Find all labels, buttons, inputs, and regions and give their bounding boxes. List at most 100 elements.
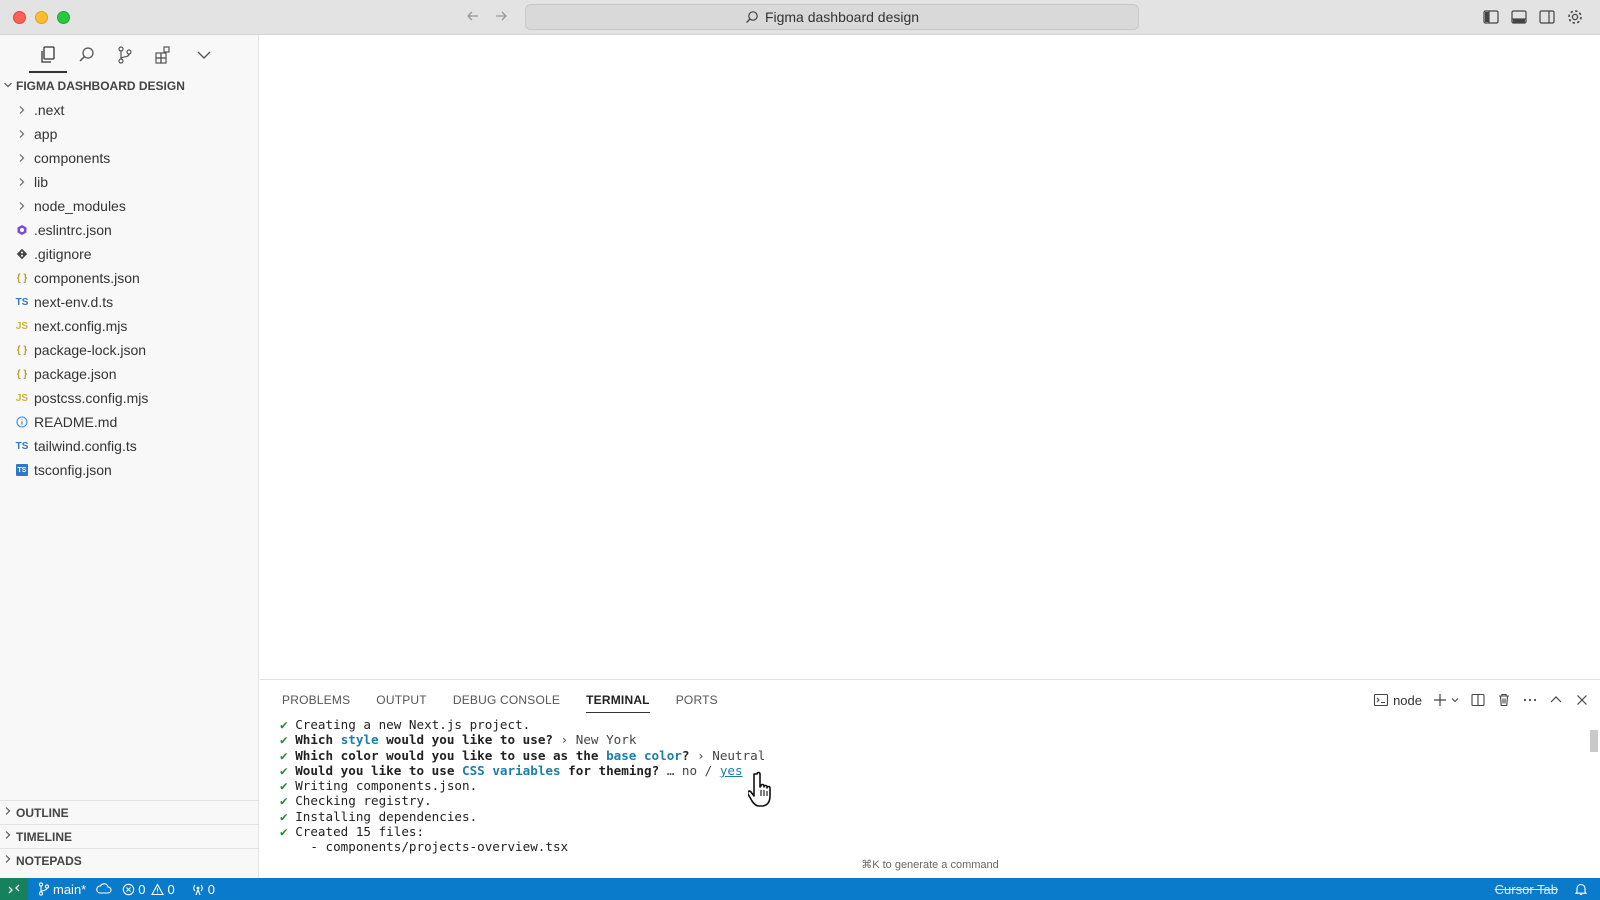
file-tree-item[interactable]: components xyxy=(0,146,259,170)
maximize-window-button[interactable] xyxy=(57,11,70,24)
generate-command-hint: ⌘K to generate a command xyxy=(861,859,999,871)
file-tree-item-label: package-lock.json xyxy=(34,342,147,358)
ports-count: 0 xyxy=(207,881,215,897)
explorer-title: FIGMA DASHBOARD DESIGN xyxy=(16,79,185,93)
file-tree-item[interactable]: TS next-env.d.ts xyxy=(0,290,259,314)
command-center-search[interactable]: Figma dashboard design xyxy=(525,4,1139,30)
git-branch-icon xyxy=(38,882,50,896)
info-icon xyxy=(12,416,32,428)
terminal-scrollbar[interactable] xyxy=(1590,730,1598,752)
status-bar-right: Cursor Tab xyxy=(1495,878,1588,900)
remote-indicator[interactable] xyxy=(0,878,28,900)
terminal-selector[interactable]: node xyxy=(1373,691,1422,709)
toggle-sidebar-icon[interactable] xyxy=(1482,8,1500,26)
bottom-panel: PROBLEMS OUTPUT DEBUG CONSOLE TERMINAL P… xyxy=(260,679,1600,878)
problems-indicator[interactable]: 0 0 xyxy=(122,881,175,897)
tab-debug-console[interactable]: DEBUG CONSOLE xyxy=(453,680,560,720)
explorer-files-icon[interactable] xyxy=(38,45,58,65)
file-tree-item-label: components xyxy=(34,150,111,166)
chevron-down-icon[interactable] xyxy=(194,45,214,65)
tab-problems[interactable]: PROBLEMS xyxy=(282,680,350,720)
forward-arrow-icon[interactable] xyxy=(492,8,510,26)
file-tree-item[interactable]: TS tsconfig.json xyxy=(0,458,259,482)
trash-icon xyxy=(1499,693,1509,707)
file-tree-item[interactable]: TS tailwind.config.ts xyxy=(0,434,259,458)
tab-terminal[interactable]: TERMINAL xyxy=(586,680,650,720)
active-tab-indicator xyxy=(29,71,67,73)
chevron-right-icon xyxy=(12,105,32,115)
file-tree-item-label: .eslintrc.json xyxy=(34,222,112,238)
file-tree-item[interactable]: README.md xyxy=(0,410,259,434)
plus-icon xyxy=(1434,694,1446,706)
toggle-secondary-sidebar-icon[interactable] xyxy=(1538,8,1556,26)
notepads-section[interactable]: NOTEPADS xyxy=(0,848,259,872)
settings-gear-icon[interactable] xyxy=(1566,8,1584,26)
file-tree-item[interactable]: .eslintrc.json xyxy=(0,218,259,242)
error-count: 0 xyxy=(138,881,146,897)
file-tree-item[interactable]: .next xyxy=(0,98,259,122)
chevron-up-icon xyxy=(1550,696,1562,703)
file-tree-item[interactable]: node_modules xyxy=(0,194,259,218)
new-terminal-button[interactable] xyxy=(1432,691,1460,709)
file-tree-item-label: components.json xyxy=(34,270,140,286)
file-tree-item-label: README.md xyxy=(34,414,118,430)
hand-pointer-cursor-icon xyxy=(746,770,782,815)
git-icon xyxy=(12,248,32,260)
editor-area[interactable] xyxy=(260,35,1600,679)
error-icon xyxy=(123,883,135,895)
ports-indicator[interactable]: 0 xyxy=(191,882,215,897)
close-window-button[interactable] xyxy=(13,11,26,24)
tab-output[interactable]: OUTPUT xyxy=(376,680,427,720)
file-tree-item[interactable]: { } package-lock.json xyxy=(0,338,259,362)
timeline-section[interactable]: TIMELINE xyxy=(0,824,259,848)
file-tree-item[interactable]: app xyxy=(0,122,259,146)
activity-bar xyxy=(0,35,258,75)
terminal-line: ✔ Which color would you like to use as t… xyxy=(280,747,766,763)
terminal-line: ✔ Checking registry. xyxy=(280,793,432,809)
terminal-output[interactable]: ✔ Creating a new Next.js project. ✔ Which… xyxy=(280,717,1570,855)
split-terminal-button[interactable] xyxy=(1470,691,1486,709)
extensions-icon[interactable] xyxy=(153,45,173,65)
file-tree-item[interactable]: { } components.json xyxy=(0,266,259,290)
branch-indicator[interactable]: main* xyxy=(38,882,86,897)
sync-button[interactable] xyxy=(96,882,112,896)
file-tree-item-label: node_modules xyxy=(34,198,126,214)
cursor-tab-status[interactable]: Cursor Tab xyxy=(1495,882,1558,897)
search-icon[interactable] xyxy=(77,45,97,65)
javascript-icon: JS xyxy=(15,392,29,404)
terminal-line: ✔ Creating a new Next.js project. xyxy=(280,717,531,732)
chevron-down-icon xyxy=(1451,698,1459,703)
kill-terminal-button[interactable] xyxy=(1496,691,1512,709)
file-tree-item[interactable]: lib xyxy=(0,170,259,194)
title-bar: Figma dashboard design xyxy=(0,0,1600,35)
file-tree-item[interactable]: { } package.json xyxy=(0,362,259,386)
source-control-icon[interactable] xyxy=(115,45,135,65)
chevron-down-icon xyxy=(0,80,16,93)
bell-icon[interactable] xyxy=(1574,882,1588,896)
close-panel-button[interactable] xyxy=(1574,691,1590,709)
back-arrow-icon[interactable] xyxy=(464,8,482,26)
json-icon: { } xyxy=(16,272,28,284)
yes-choice[interactable]: yes xyxy=(720,763,743,778)
file-tree-item-label: tailwind.config.ts xyxy=(34,438,137,454)
sidebar: FIGMA DASHBOARD DESIGN .next app component… xyxy=(0,35,259,878)
more-actions-button[interactable] xyxy=(1522,691,1538,709)
panel-tabs: PROBLEMS OUTPUT DEBUG CONSOLE TERMINAL P… xyxy=(282,680,744,720)
tab-ports[interactable]: PORTS xyxy=(676,680,718,720)
outline-section[interactable]: OUTLINE xyxy=(0,800,259,824)
tsconfig-icon: TS xyxy=(12,464,32,476)
toggle-panel-icon[interactable] xyxy=(1510,8,1528,26)
file-tree-item-label: next.config.mjs xyxy=(34,318,128,334)
json-icon: { } xyxy=(16,368,28,380)
terminal-line: - components/projects-overview.tsx xyxy=(295,839,569,855)
chevron-right-icon xyxy=(12,201,32,211)
chevron-right-icon xyxy=(12,129,32,139)
maximize-panel-button[interactable] xyxy=(1548,691,1564,709)
terminal-line: ✔ Would you like to use CSS variables fo… xyxy=(280,762,743,778)
minimize-window-button[interactable] xyxy=(35,11,48,24)
chevron-right-icon xyxy=(0,854,16,867)
file-tree-item[interactable]: .gitignore xyxy=(0,242,259,266)
file-tree-item[interactable]: JS next.config.mjs xyxy=(0,314,259,338)
explorer-section-header[interactable]: FIGMA DASHBOARD DESIGN xyxy=(0,75,259,97)
file-tree-item[interactable]: JS postcss.config.mjs xyxy=(0,386,259,410)
